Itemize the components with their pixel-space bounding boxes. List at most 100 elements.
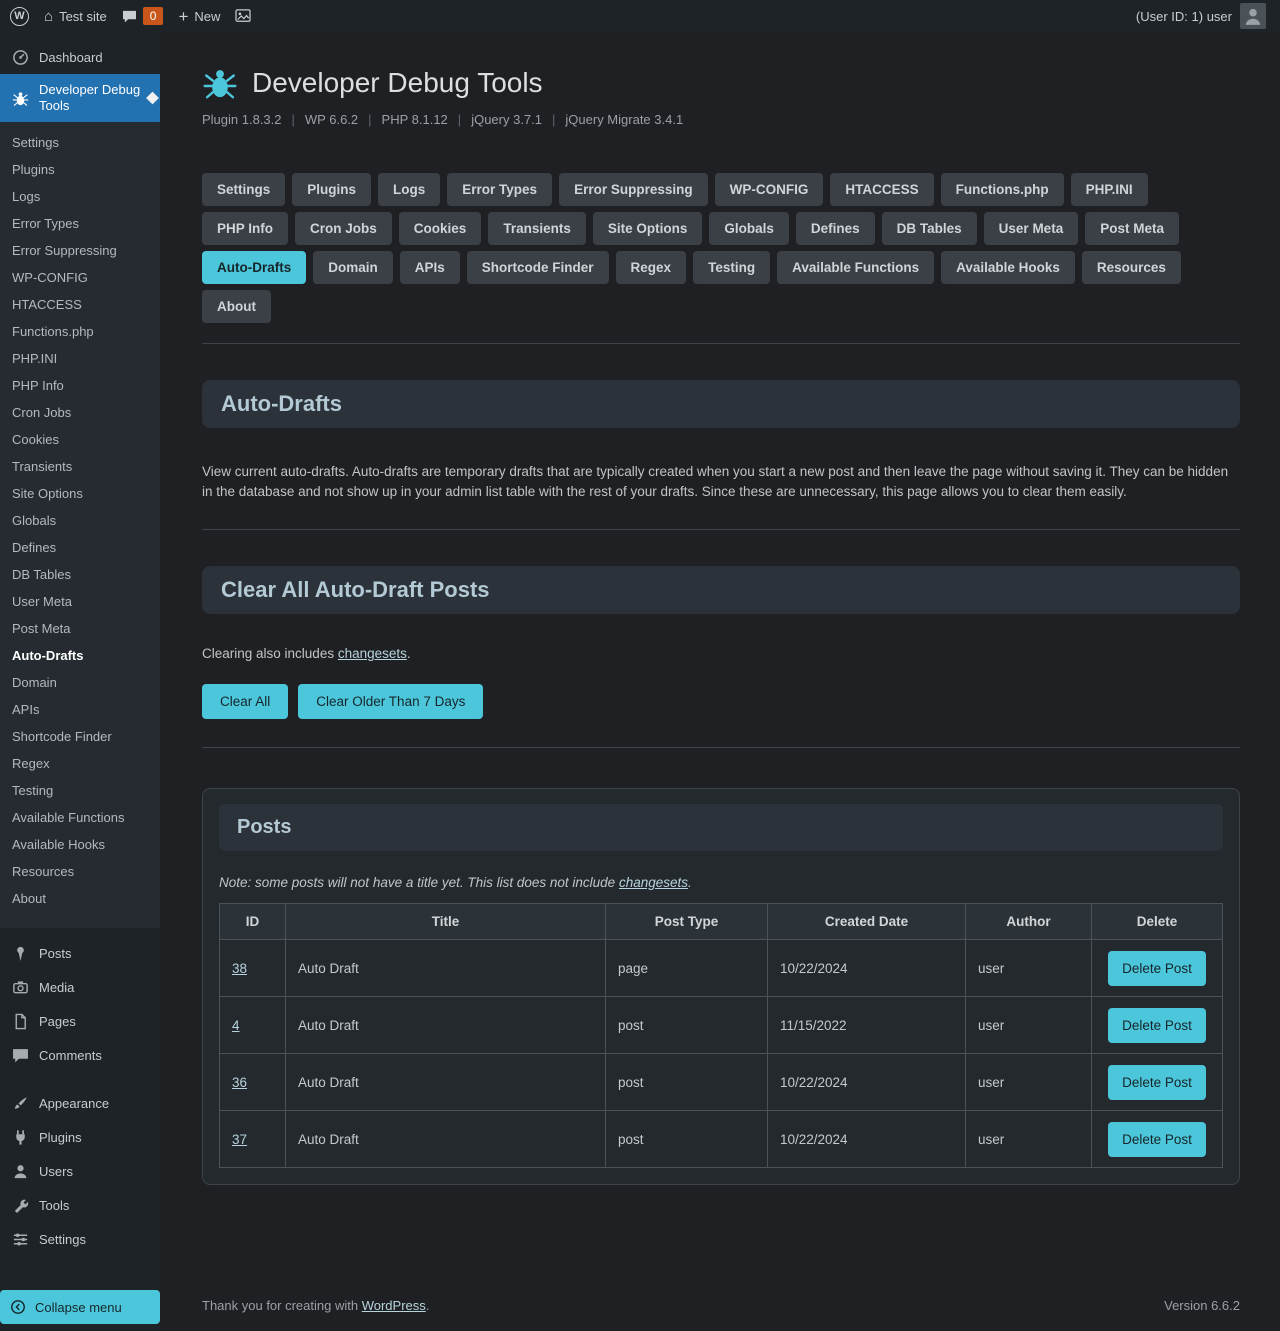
plugin-meta-item: Plugin 1.8.3.2 bbox=[202, 112, 282, 127]
wordpress-menu[interactable]: W bbox=[10, 7, 29, 26]
sidebar-item-php-info[interactable]: PHP Info bbox=[0, 372, 160, 399]
tab-apis[interactable]: APIs bbox=[400, 251, 460, 284]
tab-available-hooks[interactable]: Available Hooks bbox=[941, 251, 1075, 284]
tab-testing[interactable]: Testing bbox=[693, 251, 770, 284]
delete-post-button[interactable]: Delete Post bbox=[1108, 1008, 1206, 1043]
sidebar-item-comments[interactable]: Comments bbox=[0, 1038, 160, 1072]
sidebar-item-defines[interactable]: Defines bbox=[0, 534, 160, 561]
posts-note-suffix: . bbox=[688, 875, 692, 890]
sidebar-item-cookies[interactable]: Cookies bbox=[0, 426, 160, 453]
sidebar-item-tools[interactable]: Tools bbox=[0, 1188, 160, 1222]
sidebar-item-dashboard[interactable]: Dashboard bbox=[0, 40, 160, 74]
tab-user-meta[interactable]: User Meta bbox=[984, 212, 1079, 245]
tab-htaccess[interactable]: HTACCESS bbox=[830, 173, 933, 206]
sidebar-item-resources[interactable]: Resources bbox=[0, 858, 160, 885]
tab-plugins[interactable]: Plugins bbox=[292, 173, 371, 206]
sidebar-item-apis[interactable]: APIs bbox=[0, 696, 160, 723]
table-header-row: IDTitlePost TypeCreated DateAuthorDelete bbox=[220, 904, 1223, 940]
sidebar-item-users[interactable]: Users bbox=[0, 1154, 160, 1188]
tab-cron-jobs[interactable]: Cron Jobs bbox=[295, 212, 392, 245]
tab-functions-php[interactable]: Functions.php bbox=[941, 173, 1064, 206]
post-id-link[interactable]: 38 bbox=[232, 961, 247, 976]
tab-about[interactable]: About bbox=[202, 290, 271, 323]
tab-cookies[interactable]: Cookies bbox=[399, 212, 482, 245]
tab-shortcode-finder[interactable]: Shortcode Finder bbox=[467, 251, 609, 284]
post-id-link[interactable]: 4 bbox=[232, 1018, 240, 1033]
sidebar-item-posts[interactable]: Posts bbox=[0, 936, 160, 970]
tab-logs[interactable]: Logs bbox=[378, 173, 440, 206]
tab-available-functions[interactable]: Available Functions bbox=[777, 251, 934, 284]
sidebar-item-label: Media bbox=[39, 980, 74, 995]
sidebar-item-transients[interactable]: Transients bbox=[0, 453, 160, 480]
post-id-cell: 37 bbox=[220, 1111, 286, 1168]
sidebar-item-htaccess[interactable]: HTACCESS bbox=[0, 291, 160, 318]
tab-domain[interactable]: Domain bbox=[313, 251, 393, 284]
sidebar-item-settings[interactable]: Settings bbox=[0, 129, 160, 156]
tab-php-info[interactable]: PHP Info bbox=[202, 212, 288, 245]
sidebar-item-cron-jobs[interactable]: Cron Jobs bbox=[0, 399, 160, 426]
avatar[interactable] bbox=[1240, 3, 1266, 29]
post-id-cell: 36 bbox=[220, 1054, 286, 1111]
clear-all-button[interactable]: Clear All bbox=[202, 684, 288, 719]
sidebar-item-globals[interactable]: Globals bbox=[0, 507, 160, 534]
tab-php-ini[interactable]: PHP.INI bbox=[1071, 173, 1148, 206]
tab-post-meta[interactable]: Post Meta bbox=[1085, 212, 1179, 245]
sidebar-item-logs[interactable]: Logs bbox=[0, 183, 160, 210]
posts-panel: Posts Note: some posts will not have a t… bbox=[202, 788, 1240, 1185]
tab-regex[interactable]: Regex bbox=[616, 251, 687, 284]
post-id-link[interactable]: 37 bbox=[232, 1132, 247, 1147]
sidebar-item-regex[interactable]: Regex bbox=[0, 750, 160, 777]
sidebar-item-testing[interactable]: Testing bbox=[0, 777, 160, 804]
sidebar-item-site-options[interactable]: Site Options bbox=[0, 480, 160, 507]
sidebar-item-label: Comments bbox=[39, 1048, 102, 1063]
tab-globals[interactable]: Globals bbox=[709, 212, 789, 245]
sidebar-item-plugins[interactable]: Plugins bbox=[0, 156, 160, 183]
sidebar-item-about[interactable]: About bbox=[0, 885, 160, 912]
sidebar-item-error-types[interactable]: Error Types bbox=[0, 210, 160, 237]
created-date-cell: 11/15/2022 bbox=[768, 997, 966, 1054]
tab-settings[interactable]: Settings bbox=[202, 173, 285, 206]
sidebar-item-plugins[interactable]: Plugins bbox=[0, 1120, 160, 1154]
media-shortcut[interactable] bbox=[235, 9, 251, 23]
sidebar-item-appearance[interactable]: Appearance bbox=[0, 1086, 160, 1120]
sidebar-item-settings[interactable]: Settings bbox=[0, 1222, 160, 1256]
changesets-link[interactable]: changesets bbox=[619, 875, 688, 890]
sidebar-item-post-meta[interactable]: Post Meta bbox=[0, 615, 160, 642]
delete-post-button[interactable]: Delete Post bbox=[1108, 1065, 1206, 1100]
delete-post-button[interactable]: Delete Post bbox=[1108, 951, 1206, 986]
post-type-cell: post bbox=[606, 997, 768, 1054]
delete-post-button[interactable]: Delete Post bbox=[1108, 1122, 1206, 1157]
sidebar-item-domain[interactable]: Domain bbox=[0, 669, 160, 696]
sidebar-item-available-functions[interactable]: Available Functions bbox=[0, 804, 160, 831]
post-id-link[interactable]: 36 bbox=[232, 1075, 247, 1090]
sidebar-item-auto-drafts[interactable]: Auto-Drafts bbox=[0, 642, 160, 669]
tab-error-types[interactable]: Error Types bbox=[447, 173, 552, 206]
new-content-button[interactable]: + New bbox=[178, 8, 220, 25]
meta-separator: | bbox=[292, 112, 295, 127]
sidebar-item-available-hooks[interactable]: Available Hooks bbox=[0, 831, 160, 858]
tab-defines[interactable]: Defines bbox=[796, 212, 875, 245]
tab-db-tables[interactable]: DB Tables bbox=[882, 212, 977, 245]
sidebar-item-wp-config[interactable]: WP-CONFIG bbox=[0, 264, 160, 291]
sidebar-item-functions-php[interactable]: Functions.php bbox=[0, 318, 160, 345]
site-name-link[interactable]: ⌂ Test site bbox=[44, 9, 107, 24]
tab-error-suppressing[interactable]: Error Suppressing bbox=[559, 173, 708, 206]
sidebar-item-error-suppressing[interactable]: Error Suppressing bbox=[0, 237, 160, 264]
tab-auto-drafts[interactable]: Auto-Drafts bbox=[202, 251, 306, 284]
collapse-menu-button[interactable]: Collapse menu bbox=[0, 1290, 160, 1324]
sidebar-item-pages[interactable]: Pages bbox=[0, 1004, 160, 1038]
sidebar-item-php-ini[interactable]: PHP.INI bbox=[0, 345, 160, 372]
sidebar-item-developer-debug-tools[interactable]: Developer Debug Tools bbox=[0, 74, 160, 122]
sidebar-item-shortcode-finder[interactable]: Shortcode Finder bbox=[0, 723, 160, 750]
tab-resources[interactable]: Resources bbox=[1082, 251, 1181, 284]
sidebar-item-user-meta[interactable]: User Meta bbox=[0, 588, 160, 615]
wordpress-link[interactable]: WordPress bbox=[362, 1298, 426, 1313]
tab-transients[interactable]: Transients bbox=[488, 212, 586, 245]
changesets-link[interactable]: changesets bbox=[338, 646, 407, 661]
tab-wp-config[interactable]: WP-CONFIG bbox=[715, 173, 824, 206]
sidebar-item-db-tables[interactable]: DB Tables bbox=[0, 561, 160, 588]
tab-site-options[interactable]: Site Options bbox=[593, 212, 703, 245]
clear-older-button[interactable]: Clear Older Than 7 Days bbox=[298, 684, 483, 719]
comments-shortcut[interactable]: 0 bbox=[122, 7, 164, 25]
sidebar-item-media[interactable]: Media bbox=[0, 970, 160, 1004]
